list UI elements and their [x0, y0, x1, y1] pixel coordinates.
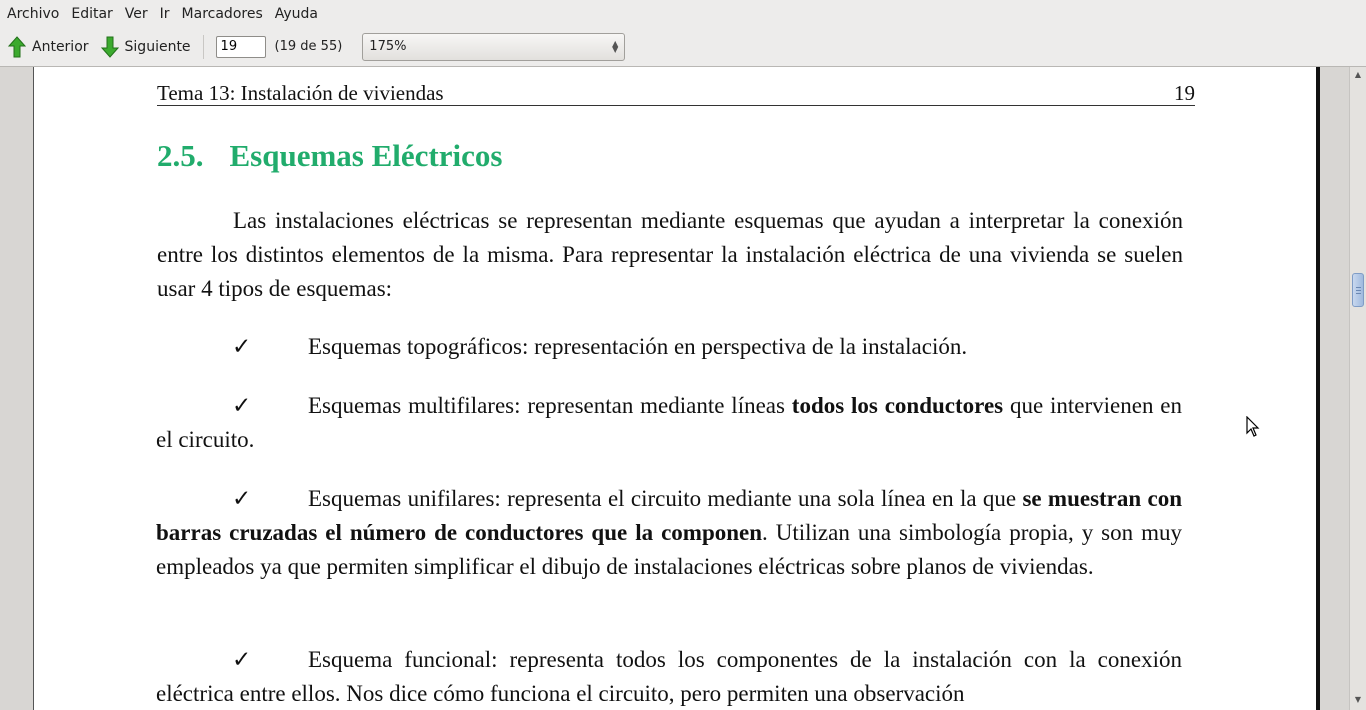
menu-ayuda[interactable]: Ayuda	[270, 6, 323, 22]
running-header-title: Tema 13: Instalación de viviendas	[157, 81, 444, 105]
previous-page-label: Anterior	[32, 38, 89, 55]
toolbar: Anterior Siguiente (19 de 55) 175% ▲▼	[0, 27, 1366, 67]
bullet-item	[157, 329, 1183, 363]
scroll-down-icon[interactable]: ▼	[1352, 694, 1364, 706]
page-edge	[1316, 67, 1320, 710]
running-header: Tema 13: Instalación de viviendas 19	[157, 81, 1195, 106]
menu-archivo[interactable]: Archivo	[2, 6, 64, 22]
scrollbar-thumb[interactable]	[1352, 273, 1364, 307]
section-title: Esquemas Eléctricos	[229, 138, 503, 173]
zoom-select[interactable]: 175% ▲ ▼	[362, 32, 626, 61]
page-number-input[interactable]	[215, 35, 266, 58]
section-heading: 2.5. Esquemas Eléctricos	[157, 138, 502, 174]
menu-ir[interactable]: Ir	[155, 6, 175, 22]
toolbar-separator	[202, 34, 204, 59]
previous-page-button[interactable]: Anterior	[4, 32, 93, 62]
scroll-up-icon[interactable]: ▲	[1352, 69, 1364, 81]
vertical-scrollbar[interactable]: ▲ ▼	[1349, 67, 1366, 710]
section-number: 2.5.	[157, 138, 204, 173]
menu-editar[interactable]: Editar	[66, 6, 117, 22]
arrow-down-icon	[100, 36, 119, 58]
document-viewer[interactable]: Tema 13: Instalación de viviendas 19 2.5…	[0, 67, 1349, 710]
menu-marcadores[interactable]: Marcadores	[177, 6, 268, 22]
updown-arrows-icon: ▲ ▼	[612, 38, 619, 54]
menu-ver[interactable]: Ver	[120, 6, 153, 22]
next-page-button[interactable]: Siguiente	[97, 32, 195, 62]
page-count: (19 de 55)	[274, 39, 343, 54]
intro-text: Las instalaciones eléctricas se represen…	[157, 208, 1183, 301]
intro-paragraph: Las instalaciones eléctricas se represen…	[157, 204, 1183, 306]
arrow-up-icon	[8, 35, 26, 57]
zoom-value: 175%	[369, 39, 407, 54]
document-page: Tema 13: Instalación de viviendas 19 2.5…	[33, 67, 1317, 710]
next-page-label: Siguiente	[124, 38, 191, 55]
mouse-cursor-icon	[1246, 416, 1260, 437]
menu-bar: Archivo Editar Ver Ir Marcadores Ayuda	[0, 0, 1366, 27]
running-header-page-number: 19	[1174, 81, 1195, 105]
